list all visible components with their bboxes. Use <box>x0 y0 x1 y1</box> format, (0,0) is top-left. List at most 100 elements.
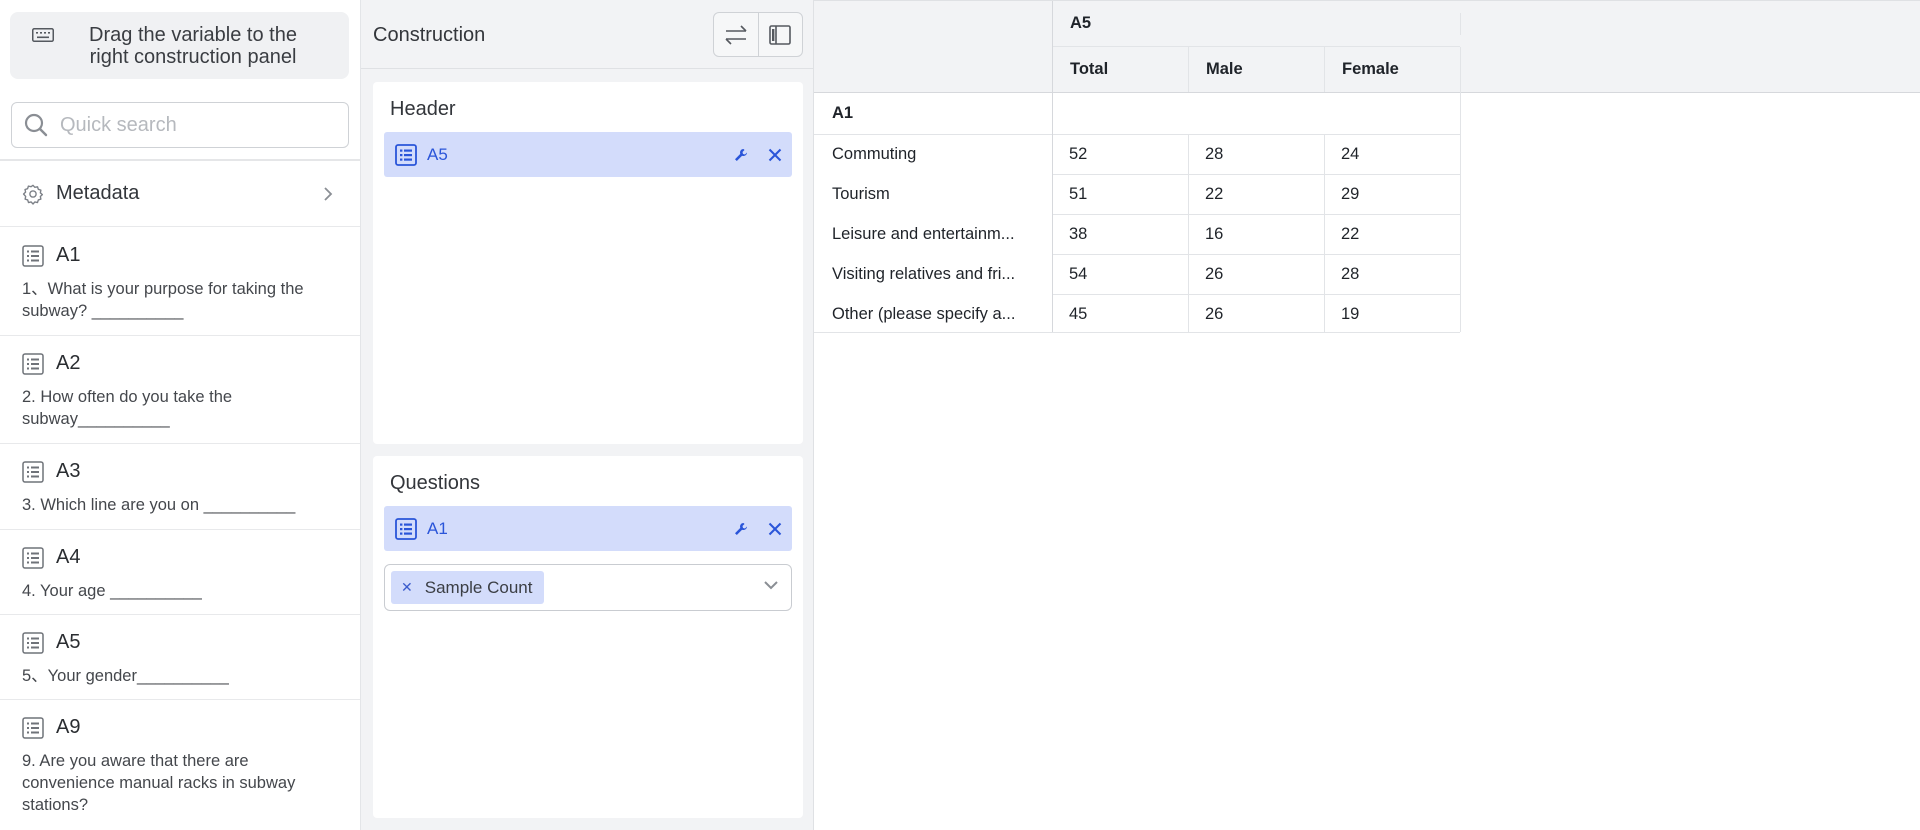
questions-title: Questions <box>390 472 481 494</box>
column-header: Female <box>1324 47 1460 92</box>
edit-button[interactable] <box>724 506 758 551</box>
close-icon <box>768 522 782 535</box>
table-corner <box>814 1 1052 92</box>
grid-line <box>814 332 1460 333</box>
edit-button[interactable] <box>724 132 758 177</box>
list-icon <box>395 517 417 540</box>
variable-item-a4[interactable]: A4 4. Your age __________ <box>0 530 360 615</box>
table-cell: 22 <box>1341 224 1360 243</box>
variable-item-a3[interactable]: A3 3. Which line are you on __________ <box>0 444 360 530</box>
chevron-right-icon <box>324 186 333 201</box>
search-box[interactable] <box>11 102 349 148</box>
list-icon <box>22 460 44 483</box>
variable-description: 5、Your gender__________ <box>22 667 229 685</box>
grid-line <box>1052 254 1460 255</box>
row-group-label: A1 <box>832 104 854 122</box>
list-icon <box>22 716 44 739</box>
variable-code: A9 <box>56 716 81 738</box>
list-icon <box>22 546 44 569</box>
questions-dropzone[interactable]: Questions A1 ✕ Sample Count <box>373 456 803 818</box>
table-cell: 51 <box>1069 184 1088 203</box>
grid-line <box>1052 214 1460 215</box>
grid-line <box>1460 92 1461 332</box>
variable-item-a1[interactable]: A1 1、What is your purpose for taking the… <box>0 228 360 336</box>
sample-count-tag: ✕ Sample Count <box>391 571 545 604</box>
construction-toolbar <box>713 12 803 57</box>
variable-panel: Drag the variable to the right construct… <box>0 0 361 830</box>
variable-description: 3. Which line are you on __________ <box>22 496 296 514</box>
variable-description: 9. Are you aware that there are convenie… <box>22 752 296 814</box>
remove-button[interactable] <box>758 506 792 551</box>
tag-label: Sample Count <box>424 577 533 597</box>
variable-code: A1 <box>56 244 81 266</box>
table-cell: 45 <box>1069 304 1088 323</box>
table-cell: 28 <box>1341 264 1360 283</box>
variable-code: A3 <box>56 460 81 482</box>
chip-label: A1 <box>427 518 448 538</box>
list-icon <box>395 143 417 166</box>
metadata-item[interactable]: Metadata <box>0 161 360 227</box>
grid-line <box>1188 134 1189 332</box>
search-icon <box>24 113 48 137</box>
grid-line <box>1052 46 1460 47</box>
grid-line <box>1188 47 1189 92</box>
variable-item-a2[interactable]: A2 2. How often do you take the subway__… <box>0 336 360 444</box>
variable-code: A5 <box>56 631 81 653</box>
swap-icon <box>725 24 747 45</box>
wrench-icon <box>735 148 747 161</box>
table-cell: 52 <box>1069 145 1088 163</box>
grid-line <box>1460 13 1461 35</box>
result-table-area: A5 Total Male Female A1 Commuting 52 28 … <box>814 0 1920 830</box>
chip-label: A5 <box>427 144 448 164</box>
variable-description: 4. Your age __________ <box>22 582 202 600</box>
header-title: Header <box>390 98 456 120</box>
list-icon <box>22 352 44 375</box>
drag-hint: Drag the variable to the right construct… <box>10 12 349 79</box>
swap-button[interactable] <box>714 13 758 56</box>
table-cell: 19 <box>1341 304 1360 323</box>
row-label: Leisure and entertainm... <box>832 224 1015 243</box>
row-label: Visiting relatives and fri... <box>832 264 1016 283</box>
construction-header: Construction <box>361 0 814 69</box>
table-cell: 22 <box>1205 184 1224 203</box>
row-label: Other (please specify a... <box>832 304 1016 323</box>
variable-item-a5[interactable]: A5 5、Your gender__________ <box>0 615 360 700</box>
table-cell: 38 <box>1069 224 1088 243</box>
column-header: Total <box>1052 47 1188 92</box>
sidebar-layout-icon <box>769 24 792 45</box>
chevron-down-icon[interactable] <box>763 580 779 590</box>
row-label: Commuting <box>832 145 917 163</box>
layout-toggle-button[interactable] <box>757 13 802 56</box>
tag-remove-icon[interactable]: ✕ <box>401 579 413 596</box>
grid-line <box>1052 1 1053 332</box>
column-header: Male <box>1188 47 1324 92</box>
grid-line <box>814 134 1460 135</box>
header-variable-chip[interactable]: A5 <box>384 132 792 177</box>
statistic-select[interactable]: ✕ Sample Count <box>384 564 792 611</box>
table-cell: 26 <box>1205 264 1224 283</box>
list-icon <box>22 631 44 654</box>
grid-line <box>1324 47 1325 92</box>
grid-line <box>1460 47 1461 92</box>
table-cell: 54 <box>1069 264 1088 283</box>
variable-code: A4 <box>56 546 81 568</box>
wrench-icon <box>735 522 747 535</box>
header-dropzone[interactable]: Header A5 <box>373 82 803 444</box>
questions-variable-chip[interactable]: A1 <box>384 506 792 551</box>
variable-description: 2. How often do you take the subway_____… <box>22 388 233 428</box>
column-group-header: A5 <box>1052 1 1460 46</box>
drag-hint-text: Drag the variable to the right construct… <box>89 24 297 68</box>
remove-button[interactable] <box>758 132 792 177</box>
close-icon <box>768 148 782 161</box>
grid-line <box>1324 134 1325 332</box>
grid-line <box>1052 294 1460 295</box>
metadata-label: Metadata <box>56 182 140 204</box>
header-filler <box>1460 1 1920 92</box>
variable-code: A2 <box>56 352 81 374</box>
search-input[interactable] <box>60 113 330 137</box>
table-cell: 24 <box>1341 145 1360 163</box>
row-label: Tourism <box>832 184 890 203</box>
grid-line <box>1052 174 1460 175</box>
variable-item-a9[interactable]: A9 9. Are you aware that there are conve… <box>0 700 360 830</box>
table-cell: 26 <box>1205 304 1224 323</box>
